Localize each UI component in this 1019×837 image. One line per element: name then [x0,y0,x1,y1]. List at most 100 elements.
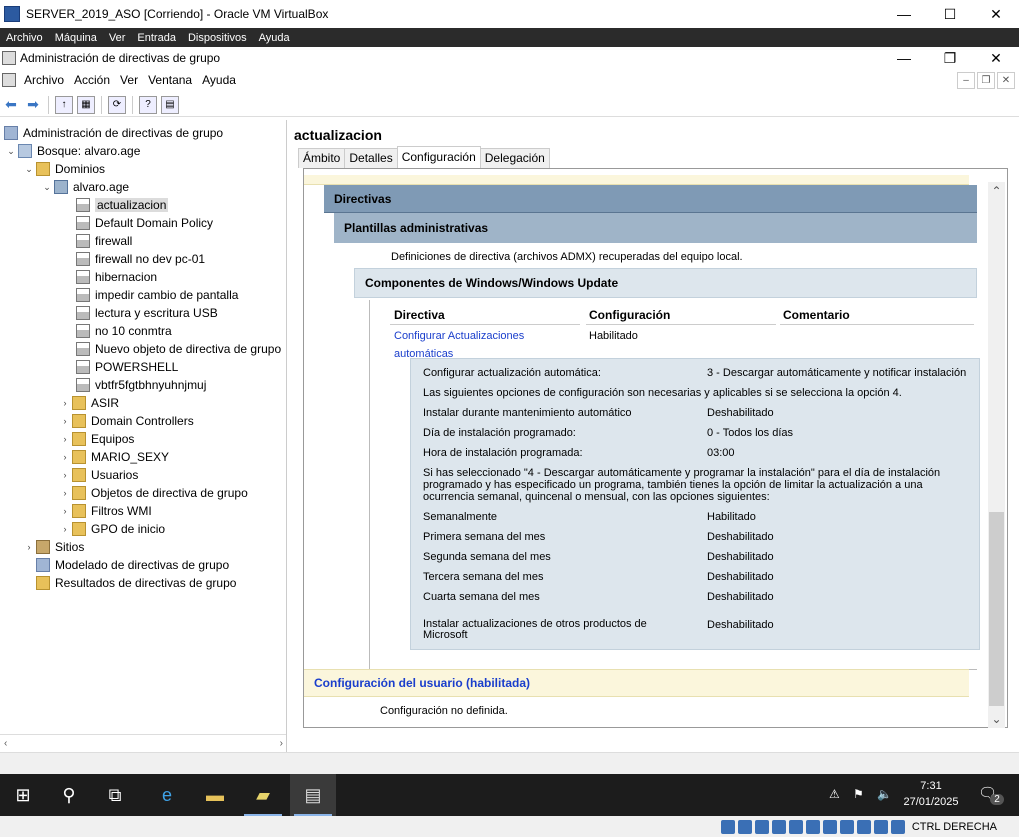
chevron-right-icon[interactable]: › [58,398,72,408]
vbox-menu-ayuda[interactable]: Ayuda [253,32,296,44]
show-hide-tree-icon[interactable]: ▦ [77,95,95,114]
gpmc-taskbar-icon[interactable]: ▤ [290,774,336,816]
search-icon[interactable]: ⚲ [46,774,92,816]
tree-folder[interactable]: › Domain Controllers [58,412,194,430]
chevron-right-icon[interactable]: › [58,524,72,534]
tree-gpo-link[interactable]: actualizacion [76,196,169,214]
shared-folders-icon[interactable] [805,819,820,834]
tab-delegacion[interactable]: Delegación [479,148,550,168]
maximize-button[interactable]: ☐ [927,0,973,28]
mmc-doc-icon[interactable] [2,73,16,87]
gpmc-menu-accion[interactable]: Acción [72,73,118,87]
properties-icon[interactable]: ▤ [161,95,179,114]
gpmc-close-button[interactable]: ✕ [973,44,1019,72]
file-explorer-icon[interactable]: ▬ [192,774,238,816]
tree-results[interactable]: Resultados de directivas de grupo [36,574,236,592]
tab-detalles[interactable]: Detalles [344,148,398,168]
vbox-menu-ver[interactable]: Ver [103,32,132,44]
internet-explorer-icon[interactable]: e [144,774,190,816]
chevron-right-icon[interactable]: › [58,488,72,498]
server-manager-icon[interactable]: ▰ [240,774,286,816]
keyboard-icon[interactable] [890,819,905,834]
tree-folder[interactable]: › Objetos de directiva de grupo [58,484,248,502]
hard-disk-icon[interactable] [720,819,735,834]
chevron-down-icon[interactable]: ⌄ [4,146,18,157]
tree-gpo-link[interactable]: POWERSHELL [76,358,178,376]
up-folder-icon[interactable]: ↑ [55,95,73,114]
tree-modeling[interactable]: Modelado de directivas de grupo [36,556,229,574]
tree-folder[interactable]: › Usuarios [58,466,138,484]
chevron-up-icon[interactable]: ⌃ [988,182,1005,199]
refresh-icon[interactable]: ⟳ [108,95,126,114]
chevron-right-icon[interactable]: › [280,738,283,749]
usb-icon[interactable] [788,819,803,834]
section-plantillas[interactable]: Plantillas administrativas [334,213,977,243]
chevron-down-icon[interactable]: ⌄ [22,164,36,175]
security-icon[interactable]: ⚑ [853,787,864,801]
taskbar-clock[interactable]: 7:31 27/01/2025 [896,778,966,810]
gpmc-restore-button[interactable]: ❐ [927,44,973,72]
tree-gpo-link[interactable]: hibernacion [76,268,157,286]
minimize-button[interactable]: — [881,0,927,28]
tree-folder[interactable]: › GPO de inicio [58,520,165,538]
section-componentes[interactable]: Componentes de Windows/Windows Update [354,268,977,298]
gpmc-menu-ventana[interactable]: Ventana [146,73,200,87]
chevron-right-icon[interactable]: › [58,416,72,426]
network-warning-icon[interactable]: ⚠ [829,787,840,801]
tab-configuracion[interactable]: Configuración [396,146,481,168]
recording-icon[interactable] [839,819,854,834]
tree-gpo-link[interactable]: vbtfr5fgtbhnyuhnjmuj [76,376,206,394]
mdi-close-button[interactable]: ✕ [997,71,1015,89]
tree-gpo-link[interactable]: Nuevo objeto de directiva de grupo [76,340,281,358]
audio-icon[interactable] [754,819,769,834]
optical-drive-icon[interactable] [737,819,752,834]
policy-link[interactable]: Configurar Actualizaciones [394,330,524,342]
gpmc-minimize-button[interactable]: — [881,44,927,72]
vbox-menu-entrada[interactable]: Entrada [131,32,182,44]
cpu-icon[interactable] [856,819,871,834]
tree-root[interactable]: Administración de directivas de grupo [4,124,223,142]
tree-domains[interactable]: ⌄ Dominios [22,160,105,178]
chevron-left-icon[interactable]: ‹ [4,738,7,749]
tree-forest[interactable]: ⌄ Bosque: alvaro.age [4,142,140,160]
network-icon[interactable] [771,819,786,834]
report-vertical-scrollbar[interactable]: ⌃ ⌄ [988,182,1005,728]
chevron-down-icon[interactable]: ⌄ [988,710,1005,727]
tree-folder[interactable]: › Filtros WMI [58,502,152,520]
gpmc-menu-ver[interactable]: Ver [118,73,146,87]
tree-sites[interactable]: › Sitios [22,538,84,556]
display-icon[interactable] [822,819,837,834]
tree-gpo-link[interactable]: no 10 conmtra [76,322,172,340]
vbox-menu-archivo[interactable]: Archivo [0,32,49,44]
chevron-right-icon[interactable]: › [58,452,72,462]
chevron-right-icon[interactable]: › [22,542,36,552]
mdi-minimize-button[interactable]: – [957,71,975,89]
tree-gpo-link[interactable]: Default Domain Policy [76,214,213,232]
chevron-right-icon[interactable]: › [58,470,72,480]
task-view-icon[interactable]: ⧉ [92,774,138,816]
tree-horizontal-scrollbar[interactable]: ‹ › [0,734,286,751]
back-arrow-icon[interactable]: ⬅ [2,96,20,114]
vbox-menu-dispositivos[interactable]: Dispositivos [182,32,253,44]
gpmc-menu-ayuda[interactable]: Ayuda [200,73,244,87]
vbox-menu-maquina[interactable]: Máquina [49,32,103,44]
close-button[interactable]: ✕ [973,0,1019,28]
chevron-right-icon[interactable]: › [58,434,72,444]
tree-folder[interactable]: › MARIO_SEXY [58,448,169,466]
tree-folder[interactable]: › Equipos [58,430,134,448]
chevron-down-icon[interactable]: ⌄ [40,182,54,193]
chevron-right-icon[interactable]: › [58,506,72,516]
tab-ambito[interactable]: Ámbito [298,148,346,168]
volume-muted-icon[interactable]: 🔈 [877,787,892,801]
section-directivas[interactable]: Directivas [324,185,977,213]
tree-gpo-link[interactable]: lectura y escritura USB [76,304,218,322]
mouse-integration-icon[interactable] [873,819,888,834]
scroll-thumb[interactable] [989,512,1004,706]
tree-gpo-link[interactable]: firewall [76,232,132,250]
mdi-restore-button[interactable]: ❐ [977,71,995,89]
tree-gpo-link[interactable]: firewall no dev pc-01 [76,250,205,268]
tree-gpo-link[interactable]: impedir cambio de pantalla [76,286,238,304]
gpmc-menu-archivo[interactable]: Archivo [22,73,72,87]
tree-folder[interactable]: › ASIR [58,394,119,412]
section-user-config[interactable]: Configuración del usuario (habilitada) [304,669,969,697]
